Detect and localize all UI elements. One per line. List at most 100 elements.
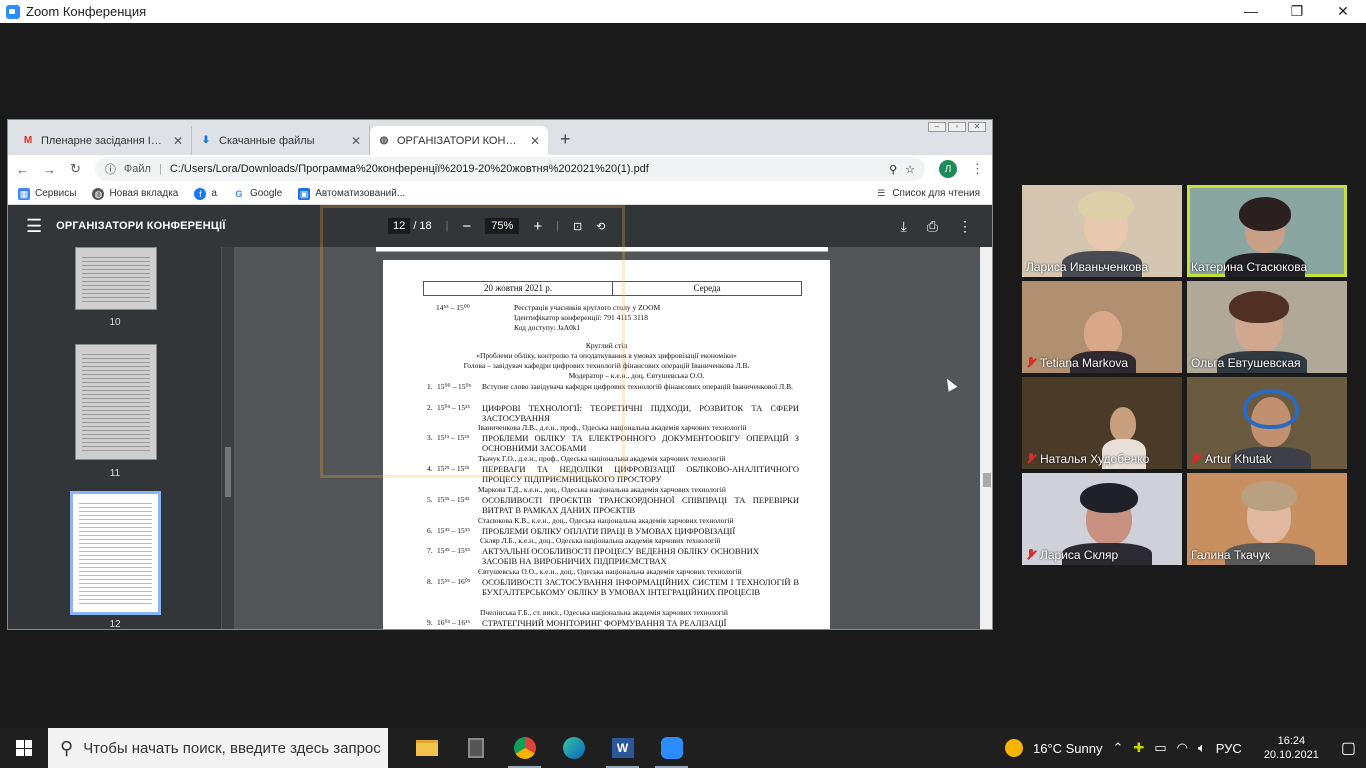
shared-browser-window: M Пленарне засідання IX Міжнарод ✕ ⬇ Ска… [7, 119, 993, 630]
participant-tile[interactable]: Tetiana Markova [1022, 281, 1182, 373]
zoom-magnifier-icon[interactable]: ⚲ [889, 163, 897, 176]
word-icon[interactable]: W [598, 728, 647, 768]
weather-text[interactable]: 16°C Sunny [1033, 741, 1103, 756]
restore-button[interactable]: ❐ [1274, 0, 1320, 23]
pdf-scroll-thumb[interactable] [983, 473, 991, 487]
participant-hair [1080, 483, 1138, 513]
participant-tile[interactable]: Artur Khutak [1187, 377, 1347, 469]
item-title: ПРОБЛЕМИ ОБЛІКУ ТА ЕЛЕКТРОННОГО ДОКУМЕНТ… [482, 433, 799, 453]
calculator-icon[interactable] [451, 728, 500, 768]
update-icon[interactable]: ✚ [1133, 740, 1144, 756]
bookmark-new-tab[interactable]: ◍ Новая вкладка [92, 187, 178, 200]
pdf-page-controls: 12 / 18 | − 75% + | ⊡ ⟲ [388, 205, 605, 247]
participant-name: Лариса Скляр [1026, 548, 1118, 562]
minimize-button[interactable]: — [1228, 0, 1274, 23]
tab-organizers[interactable]: ◍ ОРГАНІЗАТОРИ КОНФЕРЕНЦІЇ ✕ [370, 126, 548, 155]
tab-bar: M Пленарне засідання IX Міжнарод ✕ ⬇ Ска… [8, 120, 992, 155]
star-bookmark-icon[interactable]: ☆ [905, 163, 915, 176]
close-tab-icon[interactable]: ✕ [351, 134, 361, 148]
item-author: Іваниченкова Л.В., д.е.н., проф., Одеськ… [478, 423, 747, 432]
browser-restore-button[interactable]: ▫ [948, 122, 966, 132]
participant-name-text: Галина Ткачук [1191, 548, 1271, 562]
profile-avatar[interactable]: Л [939, 160, 957, 178]
close-tab-icon[interactable]: ✕ [173, 134, 183, 148]
download-icon[interactable]: ⤓ [901, 218, 907, 235]
bookmark-google[interactable]: G Google [232, 187, 282, 200]
bookmark-automated[interactable]: ▣ Автоматизований... [298, 187, 405, 200]
pdf-actions: ⤓ ⎙ ⋮ [901, 205, 972, 247]
tab-gmail[interactable]: M Пленарне засідання IX Міжнарод ✕ [14, 126, 192, 155]
bookmark-services[interactable]: ▦ Сервисы [18, 187, 76, 200]
windows-taskbar: ⚲ Чтобы начать поиск, введите здесь запр… [0, 728, 1366, 768]
tab-label: ОРГАНІЗАТОРИ КОНФЕРЕНЦІЇ [397, 134, 524, 147]
close-button[interactable]: ✕ [1320, 0, 1366, 23]
thumbnail-page-11[interactable] [75, 344, 157, 460]
zoom-in-button[interactable]: + [533, 218, 542, 235]
zoom-icon[interactable] [647, 728, 696, 768]
download-icon: ⬇ [201, 135, 211, 146]
browser-close-button[interactable]: ✕ [968, 122, 986, 132]
rotate-icon[interactable]: ⟲ [596, 220, 605, 233]
info-icon[interactable]: ⓘ [105, 161, 116, 177]
pdf-page: 20 жовтня 2021 р. Середа 14⁵⁵ – 15⁰⁰ Реє… [383, 260, 830, 629]
new-tab-button[interactable]: + [560, 129, 571, 150]
edge-icon[interactable] [549, 728, 598, 768]
hamburger-menu-icon[interactable]: ☰ [26, 216, 42, 237]
page-number-input[interactable]: 12 [388, 218, 411, 234]
file-explorer-icon[interactable] [402, 728, 451, 768]
participant-tile[interactable]: Лариса Скляр [1022, 473, 1182, 565]
clock[interactable]: 16:24 20.10.2021 [1264, 734, 1319, 762]
reading-list-button[interactable]: ☰ Список для чтения [875, 187, 980, 199]
pdf-scrollbar[interactable] [980, 247, 992, 629]
facebook-icon: f [194, 187, 207, 200]
forward-arrow-icon[interactable]: → [43, 162, 56, 177]
thumbnail-content [82, 351, 150, 453]
participant-tile[interactable]: Наталья Худобенко [1022, 377, 1182, 469]
taskbar-search-box[interactable]: ⚲ Чтобы начать поиск, введите здесь запр… [48, 728, 388, 768]
thumbnail-page-10[interactable] [75, 247, 157, 310]
wifi-icon[interactable]: ◠ [1177, 740, 1188, 756]
thumbnail-sidebar: 10 11 12 [8, 247, 221, 629]
zoom-level-input[interactable]: 75% [485, 218, 520, 234]
reload-icon[interactable]: ↻ [70, 161, 81, 177]
round-table-chair: Голова – завідувач кафедри цифрових техн… [463, 361, 750, 370]
zoom-out-button[interactable]: − [463, 218, 472, 235]
url-text[interactable]: C:/Users/Lora/Downloads/Программа%20конф… [170, 163, 881, 175]
item-number: 4. [427, 464, 433, 473]
battery-icon[interactable]: ▭ [1154, 740, 1166, 756]
tab-downloads[interactable]: ⬇ Скачанные файлы ✕ [192, 126, 370, 155]
thumbnail-scroll-thumb[interactable] [225, 447, 231, 497]
participant-tile[interactable]: Ольга Евтушевская [1187, 281, 1347, 373]
more-options-icon[interactable]: ⋮ [958, 218, 972, 235]
bookmark-facebook[interactable]: fа [194, 187, 217, 200]
participant-hair [1239, 197, 1291, 231]
print-icon[interactable]: ⎙ [927, 218, 938, 235]
item-time: 15³⁵ – 15⁴⁵ [437, 495, 470, 504]
participant-name: Лариса Иваньченкова [1026, 260, 1148, 274]
thumbnail-scrollbar[interactable] [222, 247, 234, 629]
close-tab-icon[interactable]: ✕ [530, 134, 540, 148]
participant-tile[interactable]: Галина Ткачук [1187, 473, 1347, 565]
address-bar-row: ← → ↻ ⓘ Файл | C:/Users/Lora/Downloads/П… [8, 155, 992, 183]
thumbnail-page-12[interactable] [70, 491, 161, 615]
registration-info: Реєстрація учасників круглого столу у ZO… [514, 303, 660, 333]
notification-icon[interactable]: ▢ [1341, 738, 1356, 758]
start-button[interactable] [0, 728, 48, 768]
browser-minimize-button[interactable]: ‒ [928, 122, 946, 132]
language-indicator[interactable]: РУС [1216, 741, 1242, 756]
round-table-title: «Проблеми обліку, контролю та оподаткува… [476, 351, 737, 360]
omnibox[interactable]: ⓘ Файл | C:/Users/Lora/Downloads/Програм… [94, 157, 925, 181]
participant-tile[interactable]: Лариса Иваньченкова [1022, 185, 1182, 277]
participant-name: Ольга Евтушевская [1191, 356, 1301, 370]
volume-icon[interactable]: 🔈︎ [1198, 740, 1206, 756]
chrome-icon[interactable] [500, 728, 549, 768]
back-arrow-icon[interactable]: ← [16, 162, 29, 177]
item-number: 6. [427, 526, 433, 535]
participant-tile-active-speaker[interactable]: Катерина Стасюкова [1187, 185, 1347, 277]
more-menu-icon[interactable]: ⋮ [971, 161, 984, 177]
chevron-up-icon[interactable]: ⌃ [1113, 740, 1124, 756]
window-controls: — ❐ ✕ [1228, 0, 1366, 23]
item-author: Скляр Л.Б., к.е.н., доц., Одеська націон… [480, 536, 721, 545]
fit-page-icon[interactable]: ⊡ [573, 220, 582, 233]
participant-video [1084, 311, 1122, 355]
